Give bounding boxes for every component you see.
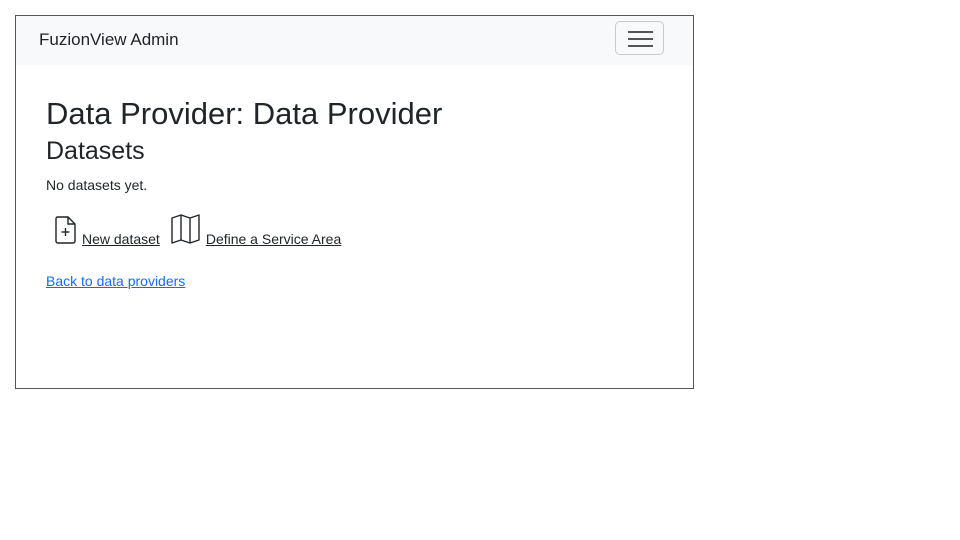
new-dataset-label: New dataset [82,231,160,247]
dataset-actions: New dataset Define a Service Area [46,213,666,250]
define-service-area-label: Define a Service Area [205,231,342,247]
app-window: FuzionView Admin Data Provider: Data Pro… [15,15,694,389]
navbar-toggler-button[interactable] [615,21,664,55]
map-icon [170,213,202,250]
main-content: Data Provider: Data Provider Datasets No… [46,96,666,291]
define-service-area-link[interactable]: Define a Service Area [170,213,341,250]
page-title: Data Provider: Data Provider [46,96,443,131]
file-plus-icon [54,215,78,250]
navbar-brand[interactable]: FuzionView Admin [39,30,179,50]
hamburger-menu-icon [628,31,653,47]
navbar: FuzionView Admin [16,16,693,65]
datasets-heading: Datasets [46,137,145,165]
empty-datasets-message: No datasets yet. [46,177,148,193]
new-dataset-link[interactable]: New dataset [54,215,160,250]
back-to-data-providers-link[interactable]: Back to data providers [46,272,185,290]
